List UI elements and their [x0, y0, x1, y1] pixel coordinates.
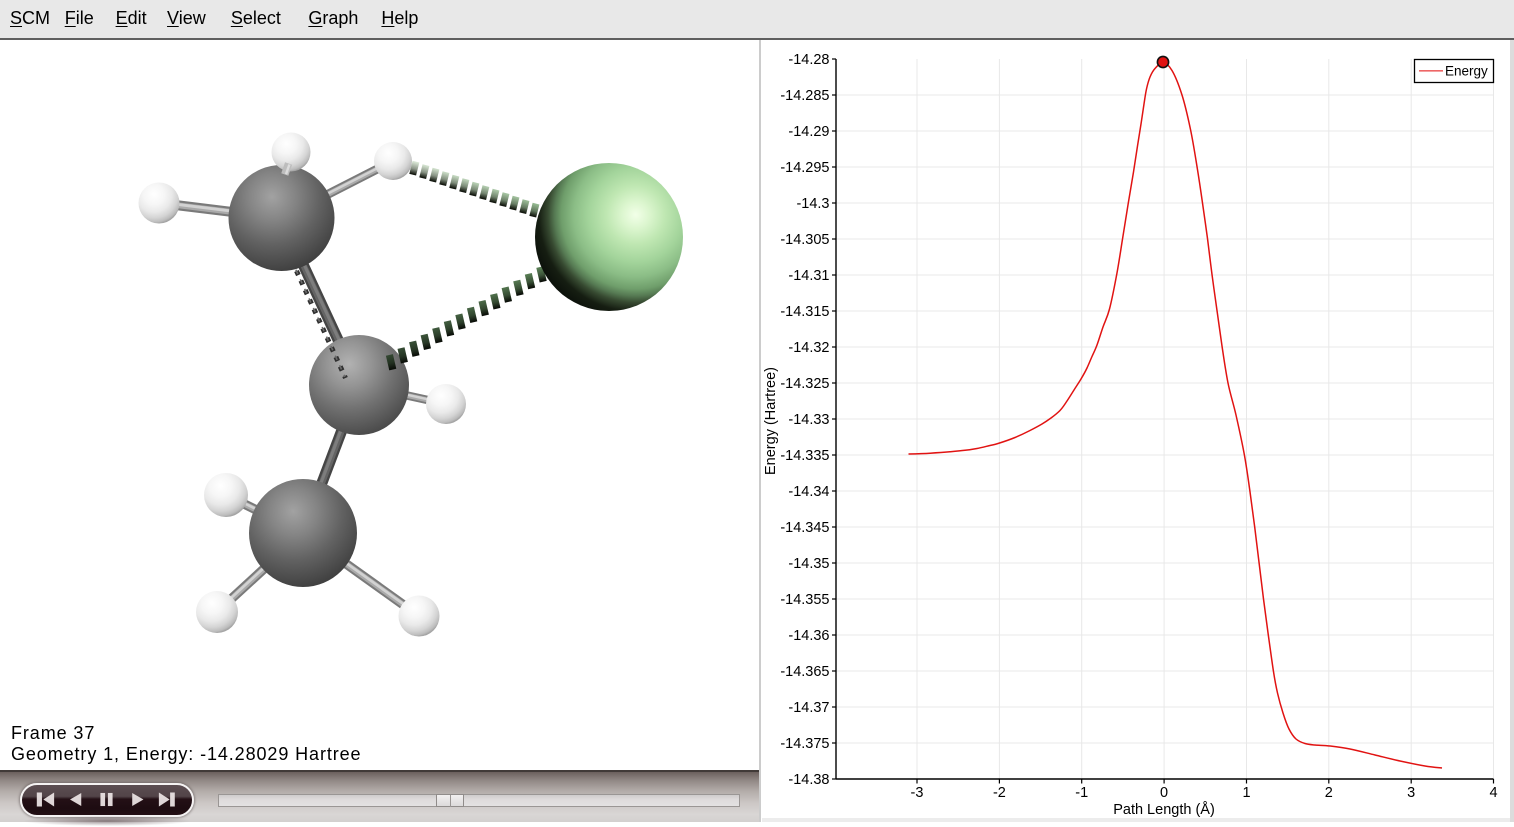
- svg-text:-14.375: -14.375: [780, 736, 829, 752]
- svg-text:-14.305: -14.305: [780, 232, 829, 248]
- svg-text:-14.355: -14.355: [780, 592, 829, 608]
- svg-text:-14.295: -14.295: [780, 160, 829, 176]
- svg-text:-14.33: -14.33: [788, 412, 829, 428]
- svg-text:-3: -3: [911, 785, 924, 801]
- svg-text:-14.34: -14.34: [788, 484, 829, 500]
- svg-text:-14.315: -14.315: [780, 304, 829, 320]
- svg-text:2: 2: [1325, 785, 1333, 801]
- svg-text:-14.37: -14.37: [788, 700, 829, 716]
- svg-text:-14.36: -14.36: [788, 628, 829, 644]
- svg-text:-14.35: -14.35: [788, 556, 829, 572]
- svg-text:Path Length (Å): Path Length (Å): [1113, 801, 1215, 818]
- svg-text:-14.38: -14.38: [788, 772, 829, 788]
- svg-text:-14.365: -14.365: [780, 664, 829, 680]
- svg-text:-14.285: -14.285: [780, 88, 829, 104]
- svg-text:0: 0: [1160, 785, 1168, 801]
- svg-text:-2: -2: [993, 785, 1006, 801]
- svg-text:-14.325: -14.325: [780, 376, 829, 392]
- svg-text:-14.335: -14.335: [780, 448, 829, 464]
- svg-text:-14.29: -14.29: [788, 124, 829, 140]
- svg-text:1: 1: [1242, 785, 1250, 801]
- svg-text:Energy (Hartree): Energy (Hartree): [763, 367, 779, 475]
- svg-text:-14.28: -14.28: [788, 52, 829, 68]
- svg-text:-14.3: -14.3: [796, 196, 829, 212]
- svg-text:Energy: Energy: [1445, 64, 1488, 79]
- svg-text:4: 4: [1489, 785, 1497, 801]
- svg-text:-14.31: -14.31: [788, 268, 829, 284]
- svg-text:-1: -1: [1075, 785, 1088, 801]
- svg-text:3: 3: [1407, 785, 1415, 801]
- svg-text:-14.345: -14.345: [780, 520, 829, 536]
- svg-text:-14.32: -14.32: [788, 340, 829, 356]
